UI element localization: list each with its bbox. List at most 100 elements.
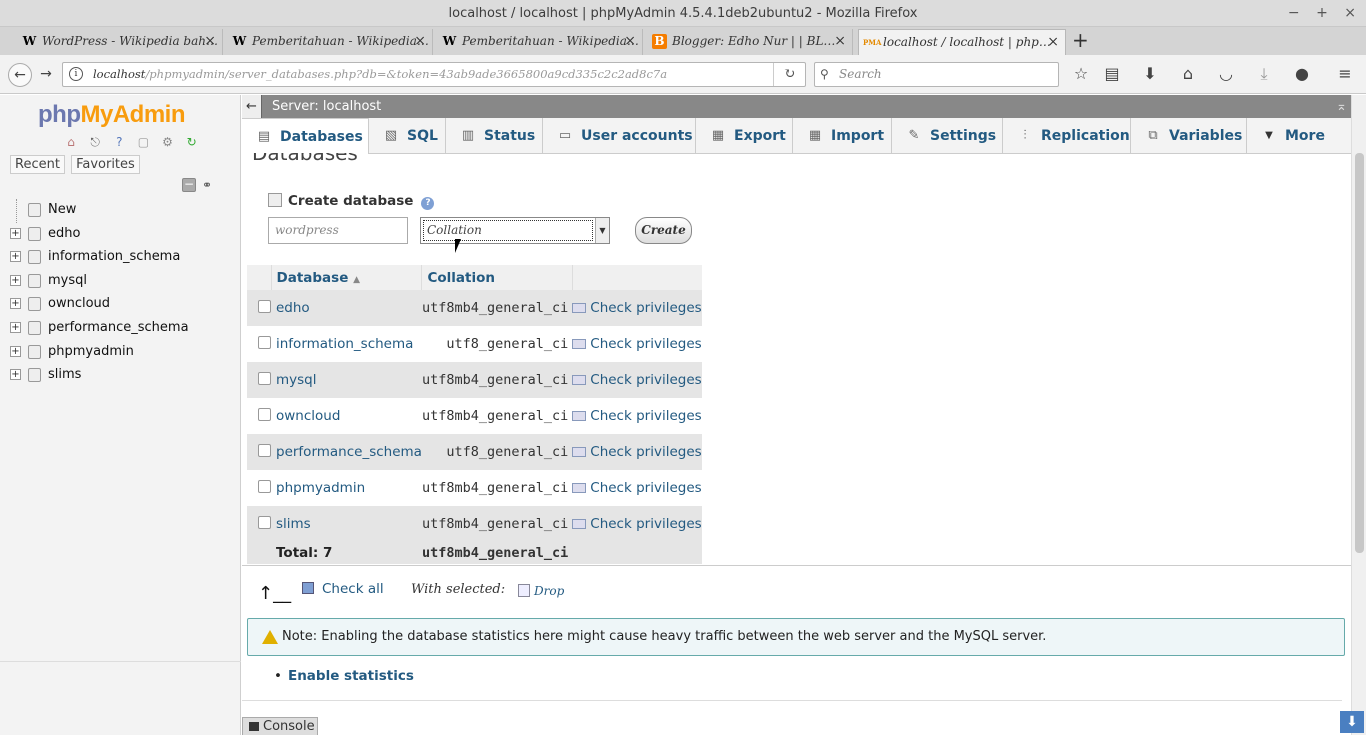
close-tab-icon[interactable]: × bbox=[204, 29, 216, 53]
check-privileges-link[interactable]: Check privileges bbox=[572, 470, 702, 506]
tree-item-performance-schema[interactable]: + performance_schema bbox=[8, 317, 189, 341]
maximize-button[interactable]: + bbox=[1316, 5, 1328, 21]
close-tab-icon[interactable]: × bbox=[414, 29, 426, 53]
check-privileges-link[interactable]: Check privileges bbox=[572, 290, 702, 326]
row-checkbox[interactable] bbox=[258, 371, 271, 385]
check-privileges-link[interactable]: Check privileges bbox=[572, 434, 702, 470]
pocket-icon[interactable]: ◡ bbox=[1215, 64, 1237, 83]
tab-replication[interactable]: ⫶ Replication bbox=[1003, 118, 1131, 154]
site-info-icon[interactable]: i bbox=[69, 67, 83, 81]
scroll-down-icon[interactable]: ⬇ bbox=[1340, 711, 1364, 733]
row-checkbox[interactable] bbox=[258, 515, 271, 529]
close-window-button[interactable]: × bbox=[1344, 5, 1356, 21]
expand-icon[interactable]: + bbox=[10, 321, 21, 333]
tab-settings[interactable]: ✎ Settings bbox=[892, 118, 1003, 154]
database-link[interactable]: edho bbox=[271, 290, 422, 326]
browser-tab-active[interactable]: PMA localhost / localhost | php… × bbox=[858, 29, 1066, 55]
server-breadcrumb[interactable]: Server: localhost bbox=[272, 95, 381, 118]
home-icon[interactable]: ⌂ bbox=[1177, 64, 1199, 83]
database-name-input[interactable]: wordpress bbox=[268, 217, 408, 244]
row-checkbox[interactable] bbox=[258, 443, 271, 457]
collapse-all-icon[interactable]: − bbox=[182, 178, 196, 192]
tab-sql[interactable]: ▧ SQL bbox=[369, 118, 446, 154]
forward-icon[interactable]: → bbox=[34, 63, 58, 87]
check-privileges-link[interactable]: Check privileges bbox=[572, 326, 702, 362]
create-button[interactable]: Create bbox=[635, 217, 692, 244]
tab-status[interactable]: ▥ Status bbox=[446, 118, 543, 154]
row-checkbox[interactable] bbox=[258, 299, 271, 313]
check-privileges-link[interactable]: Check privileges bbox=[572, 398, 702, 434]
database-link[interactable]: slims bbox=[271, 506, 422, 542]
tab-variables[interactable]: ⧉ Variables bbox=[1131, 118, 1247, 154]
help-icon[interactable]: ? bbox=[112, 135, 126, 149]
logout-icon[interactable]: ⎋ bbox=[88, 135, 102, 149]
recent-tab[interactable]: Recent bbox=[10, 155, 65, 174]
downloads-icon[interactable]: ⤓ bbox=[1253, 64, 1275, 84]
expand-icon[interactable]: + bbox=[10, 274, 21, 286]
extension-icon[interactable]: ● bbox=[1291, 64, 1313, 83]
database-link[interactable]: information_schema bbox=[271, 326, 422, 362]
close-tab-icon[interactable]: × bbox=[624, 29, 636, 53]
reading-list-icon[interactable]: ▤ bbox=[1101, 64, 1123, 83]
row-checkbox[interactable] bbox=[258, 479, 271, 493]
drop-button[interactable]: Drop bbox=[518, 584, 564, 598]
check-privileges-link[interactable]: Check privileges bbox=[572, 506, 702, 542]
download-arrow-icon[interactable]: ⬇ bbox=[1139, 64, 1161, 83]
close-tab-icon[interactable]: × bbox=[1047, 30, 1059, 54]
collapse-sidebar-icon[interactable]: ← bbox=[242, 95, 262, 118]
help-icon[interactable]: ? bbox=[421, 197, 435, 210]
scroll-top-icon[interactable]: ⌅ bbox=[1336, 95, 1347, 118]
collation-select[interactable]: Collation ▼ bbox=[420, 217, 610, 244]
database-column-header[interactable]: Database ▲ bbox=[271, 265, 423, 290]
scrollbar-thumb[interactable] bbox=[1355, 153, 1364, 553]
tab-more[interactable]: ▼ More bbox=[1247, 118, 1327, 154]
check-all-link[interactable]: Check all bbox=[302, 581, 384, 597]
browser-tab[interactable]: W WordPress - Wikipedia bah… × bbox=[18, 29, 223, 55]
tab-user-accounts[interactable]: ▭ User accounts bbox=[543, 118, 696, 154]
row-checkbox[interactable] bbox=[258, 335, 271, 349]
database-link[interactable]: phpmyadmin bbox=[271, 470, 422, 506]
chevron-down-icon[interactable]: ▼ bbox=[595, 218, 609, 243]
expand-icon[interactable]: + bbox=[10, 369, 21, 381]
row-checkbox[interactable] bbox=[258, 407, 271, 421]
phpmyadmin-logo[interactable]: phpMyAdmin bbox=[38, 101, 185, 129]
tree-item-phpmyadmin[interactable]: + phpmyadmin bbox=[8, 341, 189, 365]
tree-item-owncloud[interactable]: + owncloud bbox=[8, 293, 189, 317]
tab-export[interactable]: ▦ Export bbox=[696, 118, 793, 154]
home-icon[interactable]: ⌂ bbox=[64, 135, 78, 149]
close-tab-icon[interactable]: × bbox=[834, 29, 846, 53]
reload-icon[interactable]: ↻ bbox=[773, 63, 805, 86]
console-toggle[interactable]: Console bbox=[242, 717, 318, 735]
enable-statistics-link[interactable]: Enable statistics bbox=[274, 668, 414, 684]
expand-icon[interactable]: + bbox=[10, 298, 21, 310]
link-with-main-icon[interactable]: ⚭ bbox=[202, 178, 212, 192]
tab-import[interactable]: ▦ Import bbox=[793, 118, 892, 154]
tree-item-mysql[interactable]: + mysql bbox=[8, 270, 189, 294]
expand-icon[interactable]: + bbox=[10, 251, 21, 263]
tree-item-new[interactable]: New bbox=[8, 199, 189, 223]
tree-item-edho[interactable]: + edho bbox=[8, 223, 189, 247]
tree-item-information-schema[interactable]: + information_schema bbox=[8, 246, 189, 270]
new-tab-button[interactable]: + bbox=[1072, 29, 1089, 51]
check-privileges-link[interactable]: Check privileges bbox=[572, 362, 702, 398]
page-scrollbar[interactable]: ⬇ bbox=[1340, 95, 1366, 735]
favorites-tab[interactable]: Favorites bbox=[71, 155, 140, 174]
docs-icon[interactable]: ▢ bbox=[136, 135, 150, 149]
menu-hamburger-icon[interactable]: ≡ bbox=[1334, 64, 1356, 83]
search-input[interactable]: ⚲ Search bbox=[814, 62, 1059, 87]
expand-icon[interactable]: + bbox=[10, 227, 21, 239]
tree-item-slims[interactable]: + slims bbox=[8, 364, 189, 388]
expand-icon[interactable]: + bbox=[10, 345, 21, 357]
url-bar[interactable]: i localhost/phpmyadmin/server_databases.… bbox=[62, 62, 806, 87]
browser-tab[interactable]: B Blogger: Edho Nur | | BL… × bbox=[648, 29, 853, 55]
gear-icon[interactable]: ⚙ bbox=[161, 135, 175, 149]
browser-tab[interactable]: W Pemberitahuan - Wikipedia… × bbox=[438, 29, 643, 55]
database-link[interactable]: performance_schema bbox=[271, 434, 422, 470]
refresh-icon[interactable]: ↻ bbox=[185, 135, 199, 149]
database-link[interactable]: owncloud bbox=[271, 398, 422, 434]
database-link[interactable]: mysql bbox=[271, 362, 422, 398]
minimize-button[interactable]: − bbox=[1288, 5, 1300, 21]
back-icon[interactable]: ← bbox=[8, 63, 32, 87]
bookmark-star-icon[interactable]: ☆ bbox=[1070, 64, 1092, 83]
tab-databases[interactable]: ▤ Databases bbox=[242, 118, 369, 154]
